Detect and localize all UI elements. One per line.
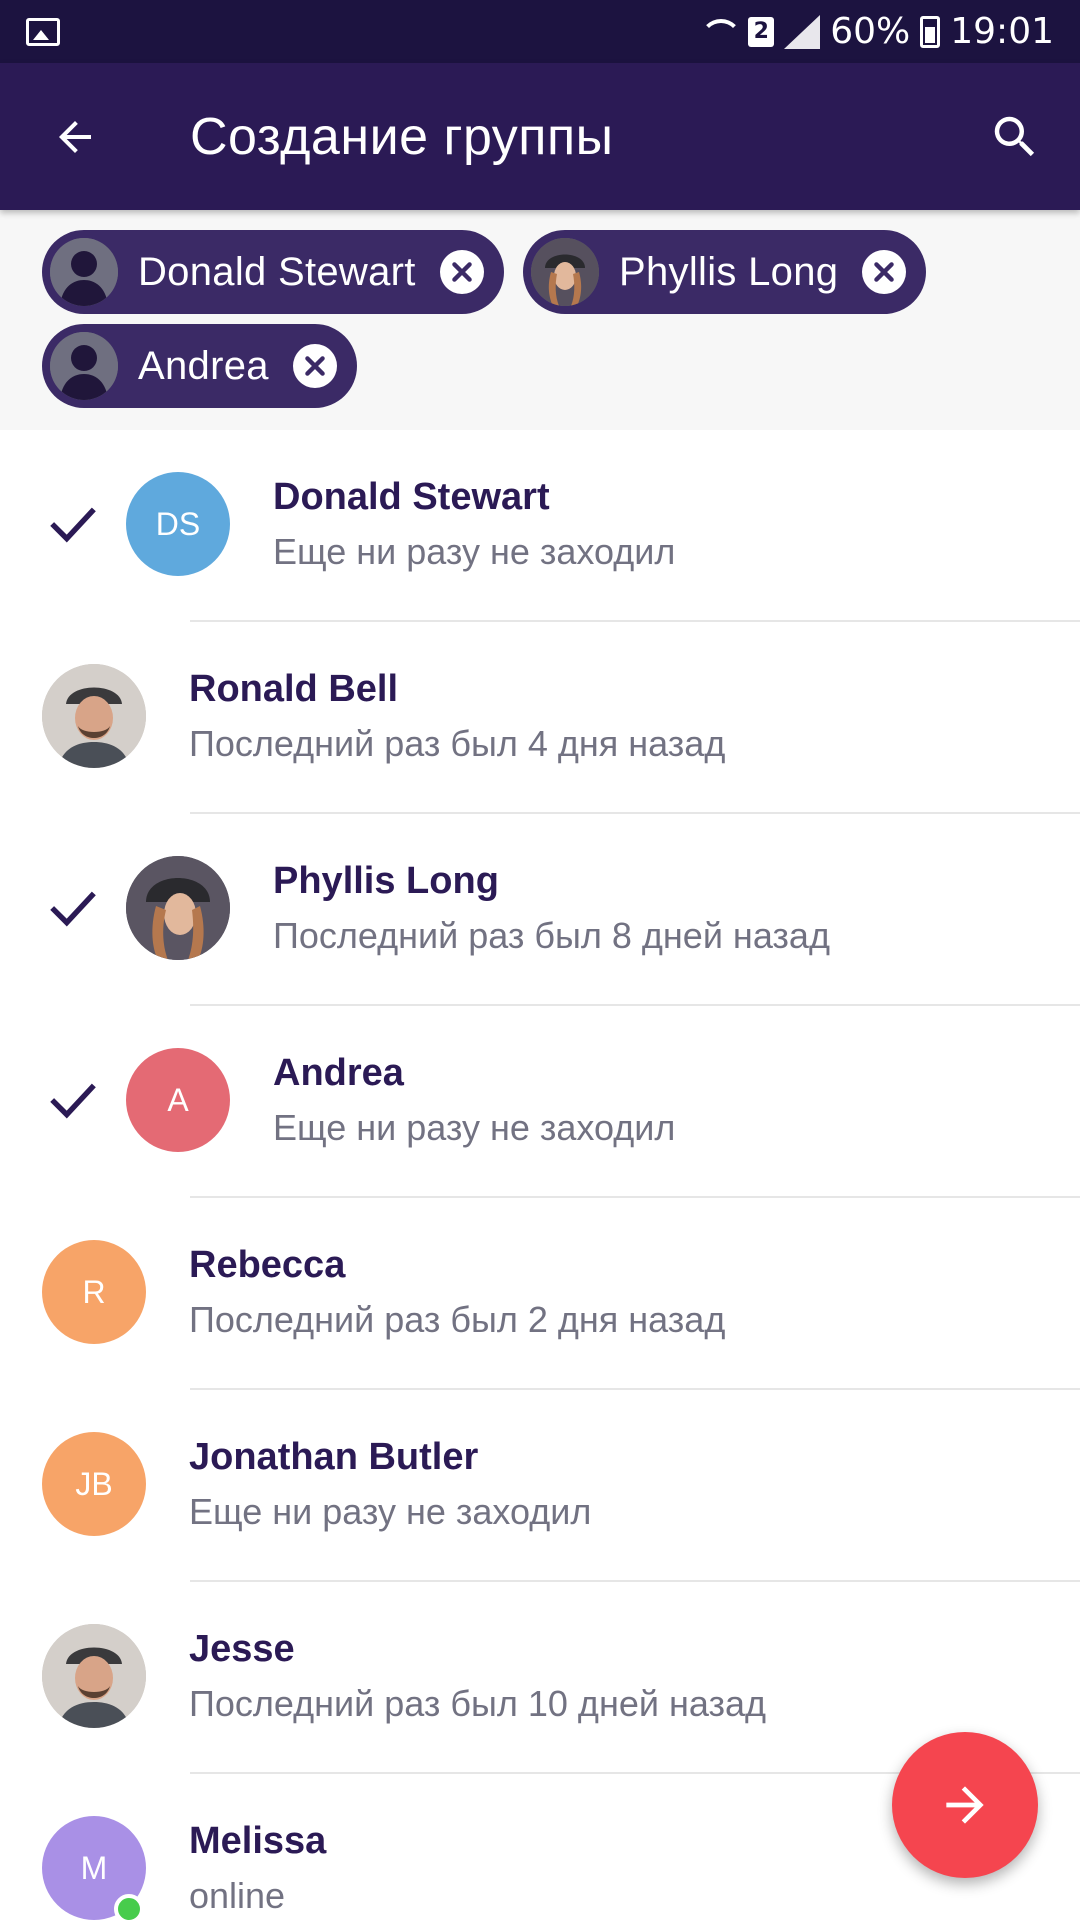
image-notification-icon: [26, 17, 60, 46]
clock: 19:01: [950, 11, 1054, 52]
chip-label: Donald Stewart: [138, 249, 416, 294]
avatar-initials: R: [82, 1273, 106, 1310]
avatar-initials: JB: [75, 1465, 113, 1502]
online-indicator: [114, 1894, 144, 1920]
chip-member[interactable]: Donald Stewart: [42, 230, 504, 314]
woman-photo-icon: [531, 238, 599, 306]
back-button[interactable]: [0, 63, 150, 210]
wifi-icon: [698, 17, 743, 47]
contact-status: online: [189, 1875, 286, 1916]
check-icon: [50, 891, 96, 927]
chip-remove-button[interactable]: [439, 250, 484, 294]
contact-status: Последний раз был 2 дня назад: [189, 1299, 726, 1340]
list-item-text: Donald Stewart Еще ни разу не заходил: [273, 476, 675, 573]
list-item[interactable]: DS Donald Stewart Еще ни разу не заходил: [0, 430, 1080, 622]
contact-name: Donald Stewart: [273, 476, 550, 518]
close-icon: [451, 262, 472, 282]
list-item-text: Rebecca Последний раз был 2 дня назад: [189, 1244, 725, 1341]
page-title: Создание группы: [190, 107, 614, 166]
list-item[interactable]: Ronald Bell Последний раз был 4 дня наза…: [0, 622, 1080, 814]
chip-remove-button[interactable]: [862, 250, 907, 294]
check-icon: [50, 1083, 96, 1119]
person-silhouette-icon: [50, 332, 118, 400]
avatar: JB: [42, 1432, 146, 1536]
list-item-text: Jesse Последний раз был 10 дней назад: [189, 1628, 766, 1725]
chip-remove-button[interactable]: [292, 344, 337, 388]
woman-photo-icon: [126, 856, 230, 960]
man-photo-icon: [42, 664, 146, 768]
contact-status: Еще ни разу не заходил: [189, 1491, 592, 1532]
contact-list: DS Donald Stewart Еще ни разу не заходил…: [0, 430, 1080, 1920]
list-item[interactable]: JB Jonathan Butler Еще ни разу не заходи…: [0, 1390, 1080, 1582]
chip-label: Phyllis Long: [619, 249, 839, 294]
avatar: R: [42, 1240, 146, 1344]
check-icon: [50, 507, 96, 543]
list-item-text: Melissa online: [189, 1820, 326, 1917]
list-item[interactable]: A Andrea Еще ни разу не заходил: [0, 1006, 1080, 1198]
list-item-text: Andrea Еще ни разу не заходил: [273, 1052, 675, 1149]
avatar: DS: [126, 472, 230, 576]
chip-label: Andrea: [138, 343, 269, 388]
chip-member[interactable]: Phyllis Long: [523, 230, 927, 314]
list-item[interactable]: Jesse Последний раз был 10 дней назад: [0, 1582, 1080, 1774]
contact-status: Последний раз был 4 дня назад: [189, 723, 726, 764]
man-photo-icon: [42, 1624, 146, 1728]
avatar: A: [126, 1048, 230, 1152]
contact-name: Ronald Bell: [189, 668, 399, 710]
battery-icon: [920, 15, 941, 48]
person-silhouette-icon: [50, 238, 118, 306]
close-icon: [874, 262, 895, 282]
avatar: [531, 238, 599, 306]
list-item-text: Phyllis Long Последний раз был 8 дней на…: [273, 860, 830, 957]
selected-members: Donald Stewart Phyllis Long Andrea: [0, 210, 1080, 430]
avatar: [42, 664, 146, 768]
avatar: [50, 238, 118, 306]
contact-status: Еще ни разу не заходил: [273, 531, 676, 572]
next-button[interactable]: [892, 1732, 1038, 1878]
contact-name: Jesse: [189, 1628, 295, 1670]
avatar: [50, 332, 118, 400]
status-bar: 2 60% 19:01: [0, 0, 1080, 63]
contact-status: Последний раз был 10 дней назад: [189, 1683, 766, 1724]
avatar: [126, 856, 230, 960]
contact-status: Последний раз был 8 дней назад: [273, 915, 830, 956]
search-button[interactable]: [950, 63, 1080, 210]
close-icon: [305, 356, 325, 376]
search-icon: [994, 116, 1035, 156]
sim-badge: 2: [748, 16, 775, 47]
list-item-text: Ronald Bell Последний раз был 4 дня наза…: [189, 668, 725, 765]
list-item[interactable]: R Rebecca Последний раз был 2 дня назад: [0, 1198, 1080, 1390]
avatar-initials: DS: [155, 505, 201, 542]
contact-status: Еще ни разу не заходил: [273, 1107, 676, 1148]
contact-name: Phyllis Long: [273, 860, 499, 902]
avatar-initials: M: [80, 1849, 108, 1886]
list-item[interactable]: Phyllis Long Последний раз был 8 дней на…: [0, 814, 1080, 1006]
arrow-right-icon: [946, 1786, 984, 1824]
contact-name: Andrea: [273, 1052, 404, 1094]
battery-percent: 60%: [830, 11, 911, 52]
contact-name: Melissa: [189, 1820, 327, 1862]
app-bar: Создание группы: [0, 63, 1080, 210]
arrow-left-icon: [59, 120, 91, 153]
avatar: [42, 1624, 146, 1728]
avatar-initials: A: [167, 1081, 189, 1118]
list-item-text: Jonathan Butler Еще ни разу не заходил: [189, 1436, 591, 1533]
contact-name: Jonathan Butler: [189, 1436, 479, 1478]
signal-icon: [784, 14, 821, 49]
contact-name: Rebecca: [189, 1244, 346, 1286]
chip-member[interactable]: Andrea: [42, 324, 357, 408]
